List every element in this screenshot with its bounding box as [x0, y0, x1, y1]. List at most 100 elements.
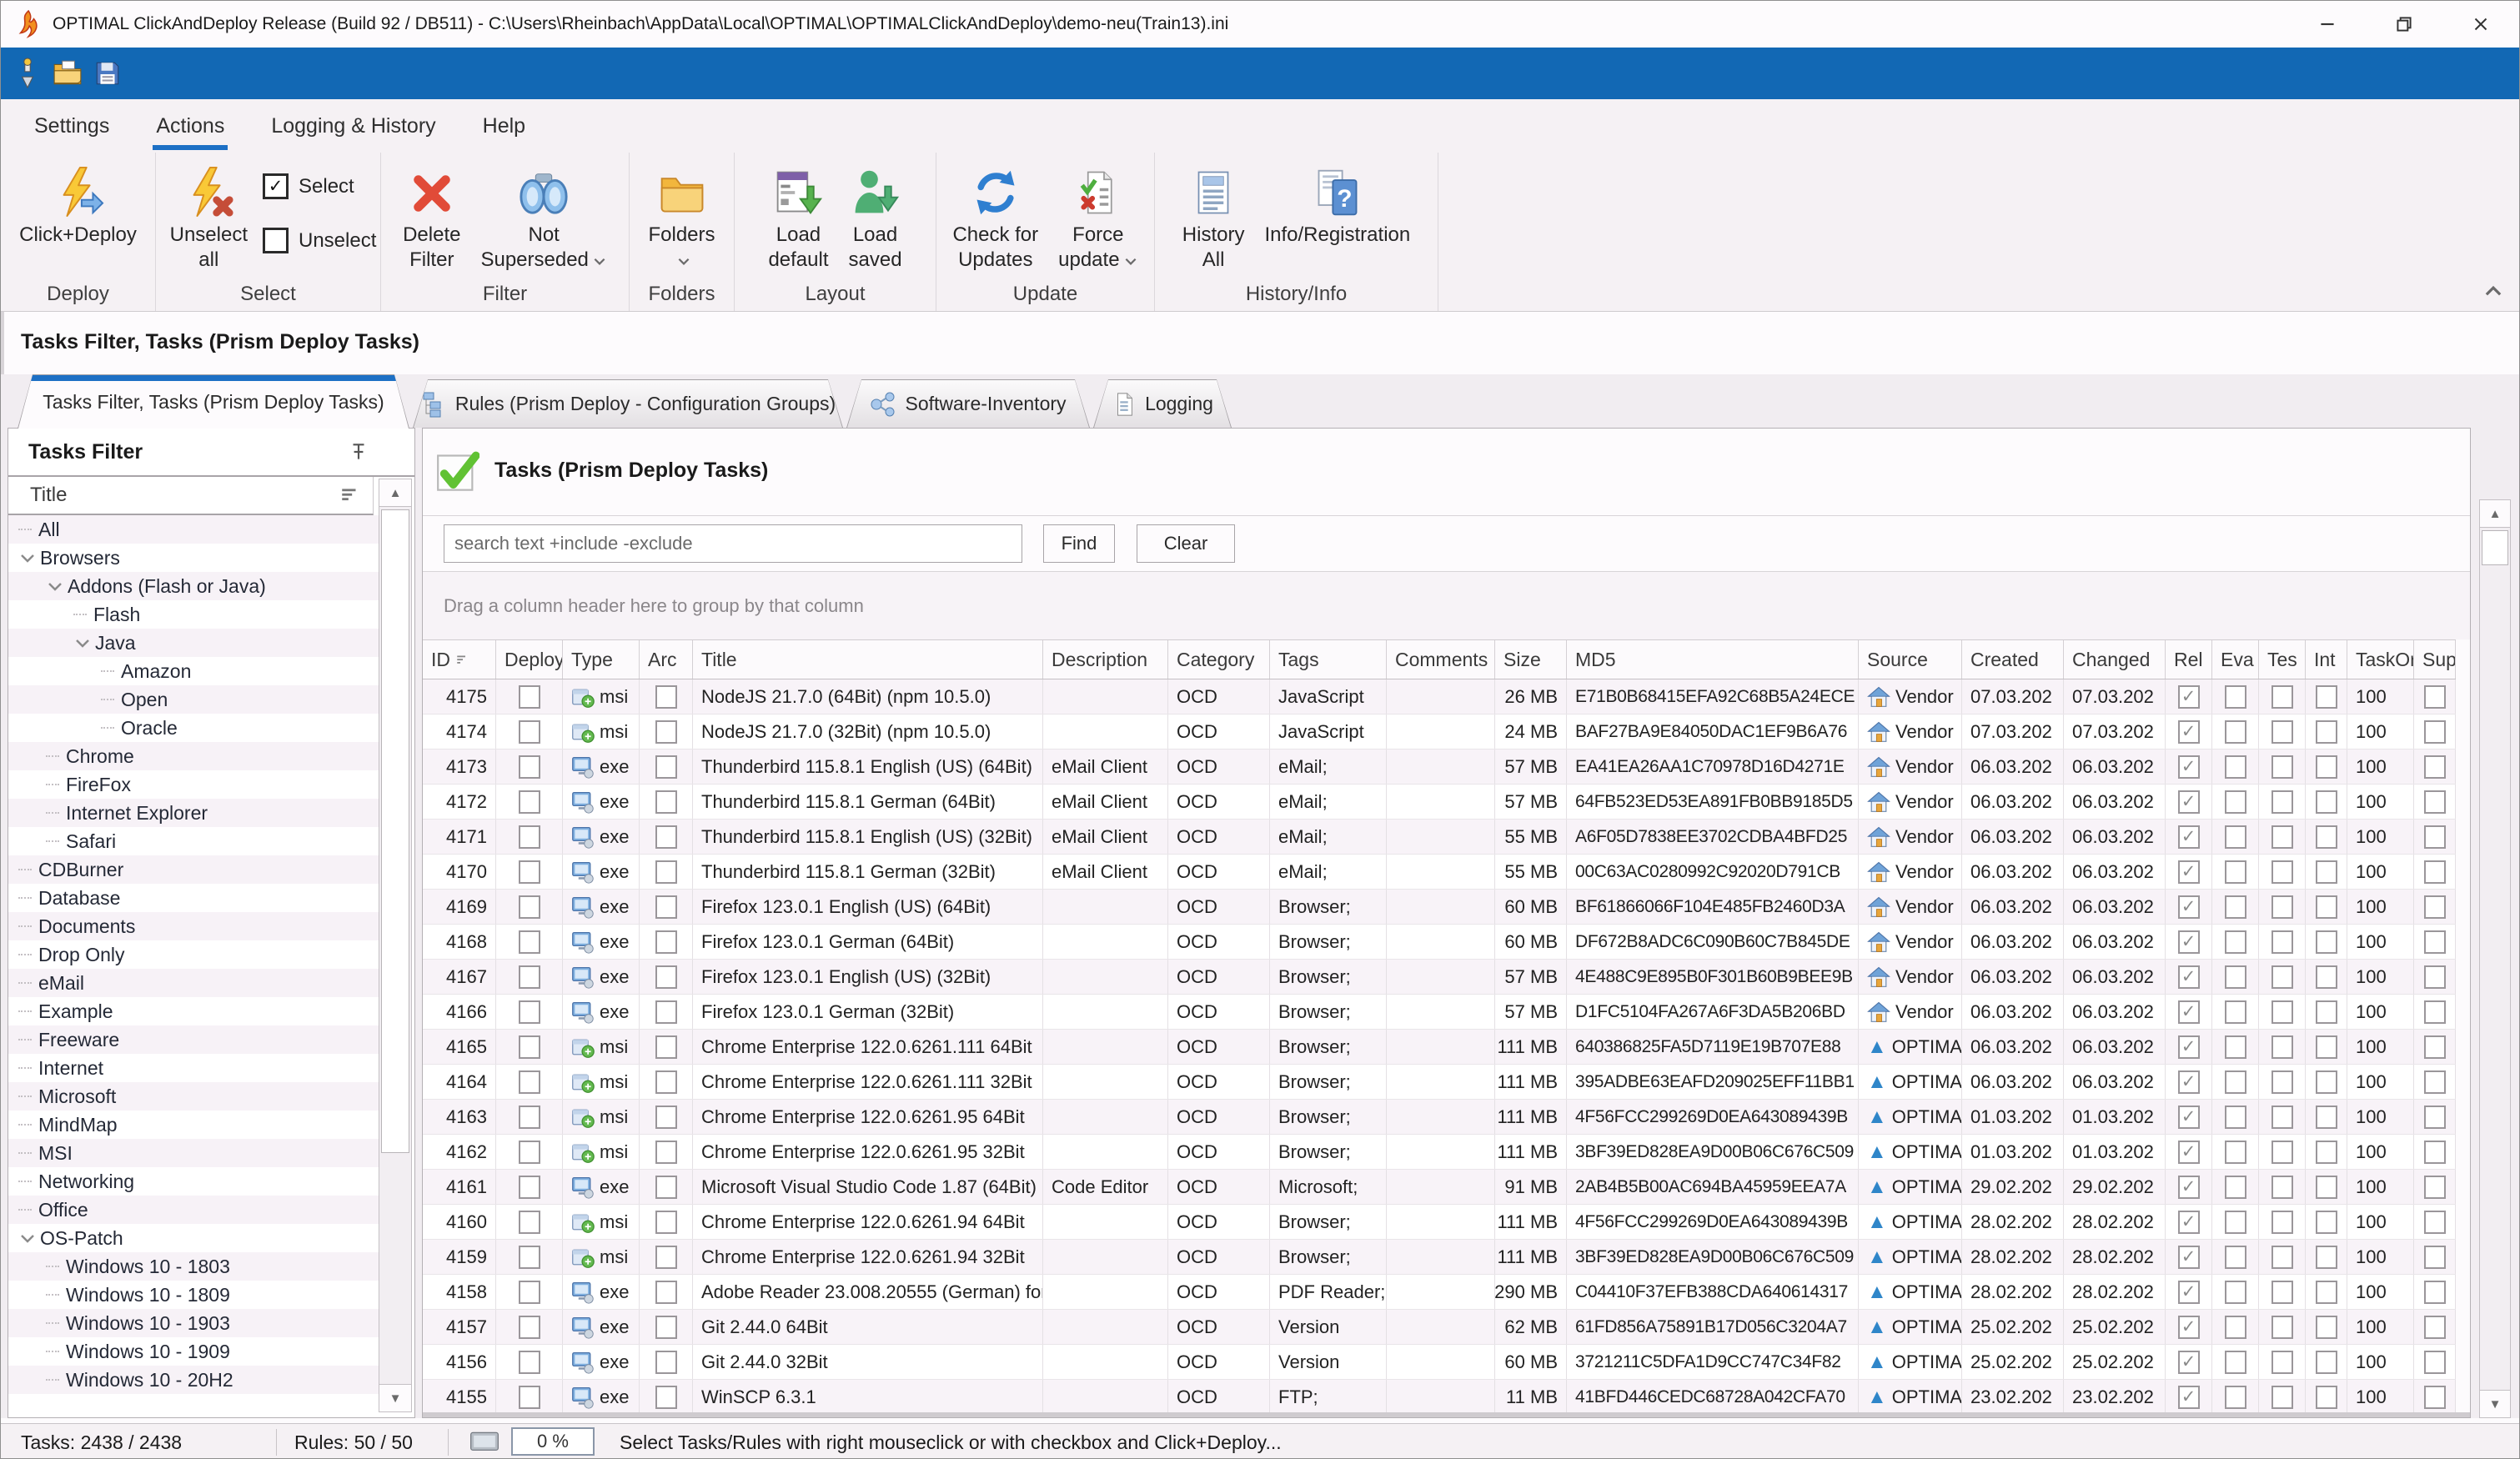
main-scrollbar[interactable]: ▲ ▼ — [2479, 499, 2511, 1418]
tree-item[interactable]: MSI — [8, 1139, 380, 1167]
deploy-checkbox[interactable] — [519, 930, 540, 954]
sidebar-scrollbar-thumb[interactable] — [381, 509, 409, 1153]
task-row[interactable]: 4155exeWinSCP 6.3.1OCDFTP;11 MB41BFD446C… — [423, 1380, 2456, 1412]
sup-checkbox[interactable] — [2424, 1106, 2446, 1129]
tree-item[interactable]: Windows 10 - 1909 — [8, 1337, 380, 1366]
sup-checkbox[interactable] — [2424, 1141, 2446, 1164]
arc-checkbox[interactable] — [655, 1246, 677, 1269]
sup-checkbox[interactable] — [2424, 1176, 2446, 1199]
horizontal-scrollbar[interactable] — [423, 1412, 2470, 1417]
sup-checkbox[interactable] — [2424, 1035, 2446, 1059]
deploy-checkbox[interactable] — [519, 895, 540, 919]
sup-checkbox[interactable] — [2424, 895, 2446, 919]
select-checkbox-item[interactable]: ✓ Select — [263, 173, 376, 199]
eva-checkbox[interactable] — [2225, 790, 2246, 814]
sup-checkbox[interactable] — [2424, 1386, 2446, 1409]
column-header-md5[interactable]: MD5 — [1567, 640, 1859, 679]
int-checkbox[interactable] — [2316, 1386, 2337, 1409]
eva-checkbox[interactable] — [2225, 1246, 2246, 1269]
arc-checkbox[interactable] — [655, 1386, 677, 1409]
int-checkbox[interactable] — [2316, 825, 2337, 849]
rel-checkbox[interactable]: ✓ — [2178, 1281, 2200, 1304]
rel-checkbox[interactable]: ✓ — [2178, 860, 2200, 884]
tree-item[interactable]: Windows 10 - 1803 — [8, 1252, 380, 1281]
column-header-size[interactable]: Size — [1495, 640, 1567, 679]
minimize-button[interactable] — [2289, 1, 2366, 48]
task-row[interactable]: 4163msiChrome Enterprise 122.0.6261.95 6… — [423, 1100, 2456, 1135]
eva-checkbox[interactable] — [2225, 1106, 2246, 1129]
tree-item[interactable]: Networking — [8, 1167, 380, 1196]
int-checkbox[interactable] — [2316, 1141, 2337, 1164]
tree-item[interactable]: Office — [8, 1196, 380, 1224]
tes-checkbox[interactable] — [2272, 1176, 2293, 1199]
task-row[interactable]: 4159msiChrome Enterprise 122.0.6261.94 3… — [423, 1240, 2456, 1275]
rel-checkbox[interactable]: ✓ — [2178, 1070, 2200, 1094]
tree-item[interactable]: Oracle — [8, 714, 380, 742]
chevron-down-icon[interactable] — [18, 549, 37, 567]
arc-checkbox[interactable] — [655, 895, 677, 919]
task-row[interactable]: 4172exeThunderbird 115.8.1 German (64Bit… — [423, 785, 2456, 820]
sup-checkbox[interactable] — [2424, 1000, 2446, 1024]
eva-checkbox[interactable] — [2225, 895, 2246, 919]
main-scrollbar-up[interactable]: ▲ — [2480, 500, 2510, 528]
unselect-all-button[interactable]: Unselect all — [160, 159, 258, 276]
tes-checkbox[interactable] — [2272, 790, 2293, 814]
collapse-ribbon-button[interactable] — [2482, 281, 2504, 303]
tree-item[interactable]: Safari — [8, 827, 380, 855]
tree-item[interactable]: Amazon — [8, 657, 380, 685]
task-row[interactable]: 4174msiNodeJS 21.7.0 (32Bit) (npm 10.5.0… — [423, 714, 2456, 750]
eva-checkbox[interactable] — [2225, 1211, 2246, 1234]
deploy-checkbox[interactable] — [519, 1176, 540, 1199]
arc-checkbox[interactable] — [655, 685, 677, 709]
rel-checkbox[interactable]: ✓ — [2178, 1246, 2200, 1269]
task-row[interactable]: 4161exeMicrosoft Visual Studio Code 1.87… — [423, 1170, 2456, 1205]
tes-checkbox[interactable] — [2272, 1211, 2293, 1234]
tes-checkbox[interactable] — [2272, 1070, 2293, 1094]
int-checkbox[interactable] — [2316, 965, 2337, 989]
deploy-checkbox[interactable] — [519, 790, 540, 814]
rel-checkbox[interactable]: ✓ — [2178, 685, 2200, 709]
arc-checkbox[interactable] — [655, 1281, 677, 1304]
arc-checkbox[interactable] — [655, 1035, 677, 1059]
menu-logging-history[interactable]: Logging & History — [248, 99, 459, 153]
arc-checkbox[interactable] — [655, 790, 677, 814]
eva-checkbox[interactable] — [2225, 1351, 2246, 1374]
task-row[interactable]: 4164msiChrome Enterprise 122.0.6261.111 … — [423, 1065, 2456, 1100]
arc-checkbox[interactable] — [655, 860, 677, 884]
column-header-tes[interactable]: Tes — [2259, 640, 2306, 679]
sup-checkbox[interactable] — [2424, 1281, 2446, 1304]
int-checkbox[interactable] — [2316, 1246, 2337, 1269]
sup-checkbox[interactable] — [2424, 930, 2446, 954]
column-header-comments[interactable]: Comments — [1387, 640, 1495, 679]
rel-checkbox[interactable]: ✓ — [2178, 895, 2200, 919]
tree-item[interactable]: MindMap — [8, 1111, 380, 1139]
eva-checkbox[interactable] — [2225, 825, 2246, 849]
arc-checkbox[interactable] — [655, 1176, 677, 1199]
tree-item[interactable]: Windows 10 - 20H2 — [8, 1366, 380, 1394]
column-header-changed[interactable]: Changed — [2064, 640, 2166, 679]
tes-checkbox[interactable] — [2272, 1000, 2293, 1024]
int-checkbox[interactable] — [2316, 1316, 2337, 1339]
rel-checkbox[interactable]: ✓ — [2178, 1176, 2200, 1199]
deploy-checkbox[interactable] — [519, 1106, 540, 1129]
deploy-checkbox[interactable] — [519, 825, 540, 849]
int-checkbox[interactable] — [2316, 1211, 2337, 1234]
tes-checkbox[interactable] — [2272, 1281, 2293, 1304]
int-checkbox[interactable] — [2316, 1035, 2337, 1059]
force-update-button[interactable]: Force update — [1048, 159, 1147, 276]
arc-checkbox[interactable] — [655, 1316, 677, 1339]
task-row[interactable]: 4162msiChrome Enterprise 122.0.6261.95 3… — [423, 1135, 2456, 1170]
title-filter-header[interactable]: Title — [8, 477, 374, 515]
clear-button[interactable]: Clear — [1137, 524, 1235, 563]
tes-checkbox[interactable] — [2272, 755, 2293, 779]
check-updates-button[interactable]: Check for Updates — [942, 159, 1048, 276]
tes-checkbox[interactable] — [2272, 1246, 2293, 1269]
tree-item[interactable]: Browsers — [8, 544, 380, 572]
int-checkbox[interactable] — [2316, 720, 2337, 744]
tree-item[interactable]: eMail — [8, 969, 380, 997]
tree-item[interactable]: Chrome — [8, 742, 380, 770]
task-row[interactable]: 4158exeAdobe Reader 23.008.20555 (German… — [423, 1275, 2456, 1310]
int-checkbox[interactable] — [2316, 1176, 2337, 1199]
sup-checkbox[interactable] — [2424, 1211, 2446, 1234]
task-row[interactable]: 4171exeThunderbird 115.8.1 English (US) … — [423, 820, 2456, 855]
